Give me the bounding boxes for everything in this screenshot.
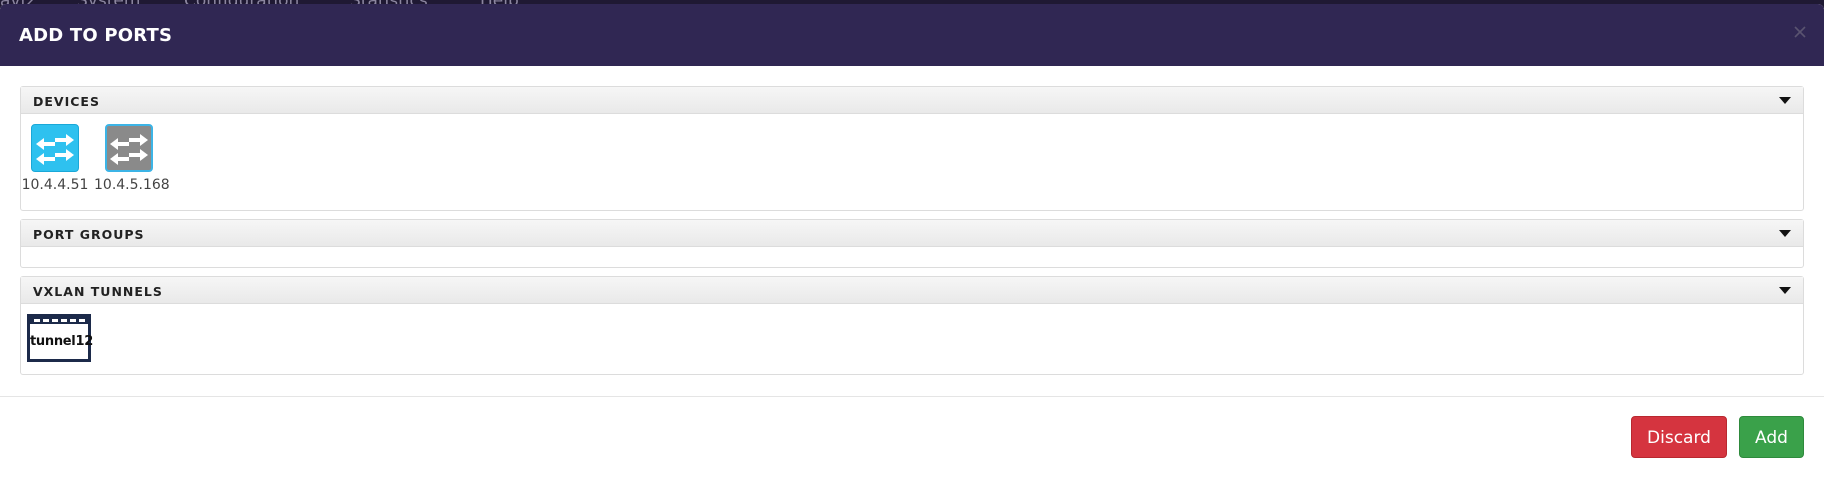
switch-icon — [31, 124, 79, 172]
vxlan-tunnels-panel: VXLAN TUNNELS tunnel12 — [20, 276, 1804, 375]
device-item[interactable]: 10.4.4.51 — [20, 124, 90, 193]
device-label: 10.4.5.168 — [94, 177, 170, 193]
vxlan-tunnels-title: VXLAN TUNNELS — [33, 284, 163, 299]
modal-header: ADD TO PORTS — [0, 4, 1824, 66]
modal-title: ADD TO PORTS — [19, 25, 173, 46]
caret-down-icon[interactable] — [1779, 97, 1791, 104]
devices-panel-header[interactable]: DEVICES — [21, 87, 1803, 114]
add-button[interactable]: Add — [1739, 416, 1804, 458]
device-item[interactable]: 10.4.5.168 — [94, 124, 170, 193]
close-icon[interactable] — [1792, 24, 1808, 40]
switch-icon — [105, 124, 153, 172]
caret-down-icon[interactable] — [1779, 287, 1791, 294]
devices-title: DEVICES — [33, 94, 100, 109]
device-label: 10.4.4.51 — [21, 177, 89, 193]
modal-body: DEVICES 10.4.4.51 10.4.5.168 PORT GROUPS… — [20, 86, 1804, 383]
vxlan-tunnels-list: tunnel12 — [21, 304, 1803, 374]
port-groups-list — [21, 247, 1803, 267]
port-groups-panel-header[interactable]: PORT GROUPS — [21, 220, 1803, 247]
tunnel-icon[interactable]: tunnel12 — [27, 314, 93, 362]
tunnel-label: tunnel12 — [30, 334, 93, 349]
footer-divider — [0, 396, 1824, 397]
page: avi2 System Configuration Statistics Hel… — [0, 0, 1824, 477]
caret-down-icon[interactable] — [1779, 230, 1791, 237]
port-groups-panel: PORT GROUPS — [20, 219, 1804, 268]
devices-list: 10.4.4.51 10.4.5.168 — [21, 114, 1803, 210]
port-groups-title: PORT GROUPS — [33, 227, 145, 242]
discard-button[interactable]: Discard — [1631, 416, 1727, 458]
tunnel-strip — [30, 317, 88, 324]
vxlan-tunnels-panel-header[interactable]: VXLAN TUNNELS — [21, 277, 1803, 304]
devices-panel: DEVICES 10.4.4.51 10.4.5.168 — [20, 86, 1804, 211]
add-to-ports-modal: ADD TO PORTS DEVICES 10.4.4.51 10.4.5.16… — [0, 4, 1824, 477]
